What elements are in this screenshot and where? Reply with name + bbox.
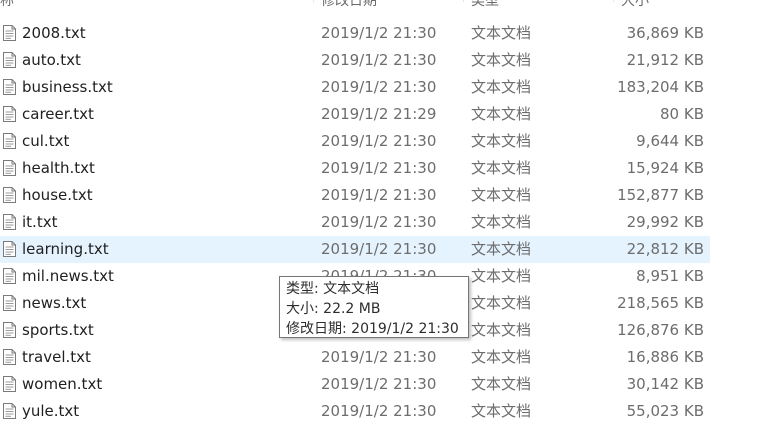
file-modified-date: 2019/1/2 21:30 <box>321 213 437 231</box>
text-document-icon <box>3 133 16 149</box>
file-name: it.txt <box>22 213 58 231</box>
file-row[interactable]: cul.txt 2019/1/2 21:30 文本文档 9,644 KB <box>0 128 710 155</box>
file-type: 文本文档 <box>471 213 532 231</box>
column-header: 名称 修改日期 类型 大小 <box>0 0 712 10</box>
file-size: 30,142 KB <box>626 375 704 393</box>
file-size: 152,877 KB <box>617 186 704 204</box>
file-modified-date: 2019/1/2 21:30 <box>321 51 437 69</box>
text-document-icon <box>3 106 16 122</box>
file-name: 2008.txt <box>22 24 86 42</box>
file-row[interactable]: house.txt 2019/1/2 21:30 文本文档 152,877 KB <box>0 182 710 209</box>
file-type: 文本文档 <box>471 321 532 339</box>
file-size: 8,951 KB <box>636 267 704 285</box>
file-modified-date: 2019/1/2 21:30 <box>321 24 437 42</box>
file-type: 文本文档 <box>471 159 532 177</box>
file-name: learning.txt <box>22 240 109 258</box>
column-header-type[interactable]: 类型 <box>471 0 499 10</box>
file-name: travel.txt <box>22 348 91 366</box>
file-type: 文本文档 <box>471 294 532 312</box>
text-document-icon <box>3 187 16 203</box>
column-divider[interactable] <box>313 0 314 2</box>
text-document-icon <box>3 214 16 230</box>
file-modified-date: 2019/1/2 21:30 <box>321 240 437 258</box>
file-name: health.txt <box>22 159 95 177</box>
text-document-icon <box>3 79 16 95</box>
file-info-tooltip: 类型: 文本文档 大小: 22.2 MB 修改日期: 2019/1/2 21:3… <box>279 276 469 338</box>
file-row[interactable]: auto.txt 2019/1/2 21:30 文本文档 21,912 KB <box>0 47 710 74</box>
file-size: 16,886 KB <box>626 348 704 366</box>
text-document-icon <box>3 241 16 257</box>
file-size: 29,992 KB <box>626 213 704 231</box>
text-document-icon <box>3 25 16 41</box>
file-row[interactable]: 2008.txt 2019/1/2 21:30 文本文档 36,869 KB <box>0 20 710 47</box>
file-modified-date: 2019/1/2 21:30 <box>321 78 437 96</box>
file-name: yule.txt <box>22 402 80 420</box>
file-row[interactable]: it.txt 2019/1/2 21:30 文本文档 29,992 KB <box>0 209 710 236</box>
file-type: 文本文档 <box>471 78 532 96</box>
tooltip-date: 修改日期: 2019/1/2 21:30 <box>286 321 459 337</box>
text-document-icon <box>3 160 16 176</box>
file-size: 9,644 KB <box>636 132 704 150</box>
text-document-icon <box>3 268 16 284</box>
column-header-name[interactable]: 名称 <box>0 0 14 10</box>
file-name: news.txt <box>22 294 87 312</box>
file-type: 文本文档 <box>471 24 532 42</box>
file-size: 80 KB <box>660 105 704 123</box>
tooltip-type: 类型: 文本文档 <box>286 281 380 297</box>
file-row[interactable]: business.txt 2019/1/2 21:30 文本文档 183,204 KB <box>0 74 710 101</box>
file-row[interactable]: yule.txt 2019/1/2 21:30 文本文档 55,023 KB <box>0 398 710 425</box>
file-type: 文本文档 <box>471 348 532 366</box>
file-row[interactable]: health.txt 2019/1/2 21:30 文本文档 15,924 KB <box>0 155 710 182</box>
file-row[interactable]: women.txt 2019/1/2 21:30 文本文档 30,142 KB <box>0 371 710 398</box>
file-modified-date: 2019/1/2 21:30 <box>321 375 437 393</box>
text-document-icon <box>3 403 16 419</box>
file-row[interactable]: career.txt 2019/1/2 21:29 文本文档 80 KB <box>0 101 710 128</box>
file-size: 55,023 KB <box>626 402 704 420</box>
file-size: 126,876 KB <box>617 321 704 339</box>
text-document-icon <box>3 322 16 338</box>
file-name: auto.txt <box>22 51 81 69</box>
file-type: 文本文档 <box>471 375 532 393</box>
text-document-icon <box>3 52 16 68</box>
file-list: 2008.txt 2019/1/2 21:30 文本文档 36,869 KB auto.… <box>0 20 712 425</box>
column-divider[interactable] <box>613 0 614 2</box>
file-size: 218,565 KB <box>617 294 704 312</box>
file-row[interactable]: learning.txt 2019/1/2 21:30 文本文档 22,812 KB <box>0 236 710 263</box>
file-modified-date: 2019/1/2 21:30 <box>321 348 437 366</box>
file-type: 文本文档 <box>471 267 532 285</box>
file-type: 文本文档 <box>471 186 532 204</box>
file-type: 文本文档 <box>471 105 532 123</box>
file-name: sports.txt <box>22 321 94 339</box>
text-document-icon <box>3 349 16 365</box>
file-name: women.txt <box>22 375 103 393</box>
file-modified-date: 2019/1/2 21:30 <box>321 132 437 150</box>
file-type: 文本文档 <box>471 132 532 150</box>
tooltip-size: 大小: 22.2 MB <box>286 301 381 317</box>
file-type: 文本文档 <box>471 402 532 420</box>
column-header-date[interactable]: 修改日期 <box>321 0 377 10</box>
file-size: 15,924 KB <box>626 159 704 177</box>
file-modified-date: 2019/1/2 21:29 <box>321 105 437 123</box>
column-divider[interactable] <box>463 0 464 2</box>
file-size: 22,812 KB <box>626 240 704 258</box>
file-type: 文本文档 <box>471 51 532 69</box>
column-header-size[interactable]: 大小 <box>621 0 649 10</box>
file-name: career.txt <box>22 105 94 123</box>
file-modified-date: 2019/1/2 21:30 <box>321 186 437 204</box>
file-size: 183,204 KB <box>617 78 704 96</box>
file-modified-date: 2019/1/2 21:30 <box>321 159 437 177</box>
file-size: 21,912 KB <box>626 51 704 69</box>
file-row[interactable]: travel.txt 2019/1/2 21:30 文本文档 16,886 KB <box>0 344 710 371</box>
file-type: 文本文档 <box>471 240 532 258</box>
file-size: 36,869 KB <box>626 24 704 42</box>
file-modified-date: 2019/1/2 21:30 <box>321 402 437 420</box>
file-name: cul.txt <box>22 132 70 150</box>
file-name: mil.news.txt <box>22 267 114 285</box>
file-name: house.txt <box>22 186 93 204</box>
text-document-icon <box>3 295 16 311</box>
text-document-icon <box>3 376 16 392</box>
file-name: business.txt <box>22 78 113 96</box>
